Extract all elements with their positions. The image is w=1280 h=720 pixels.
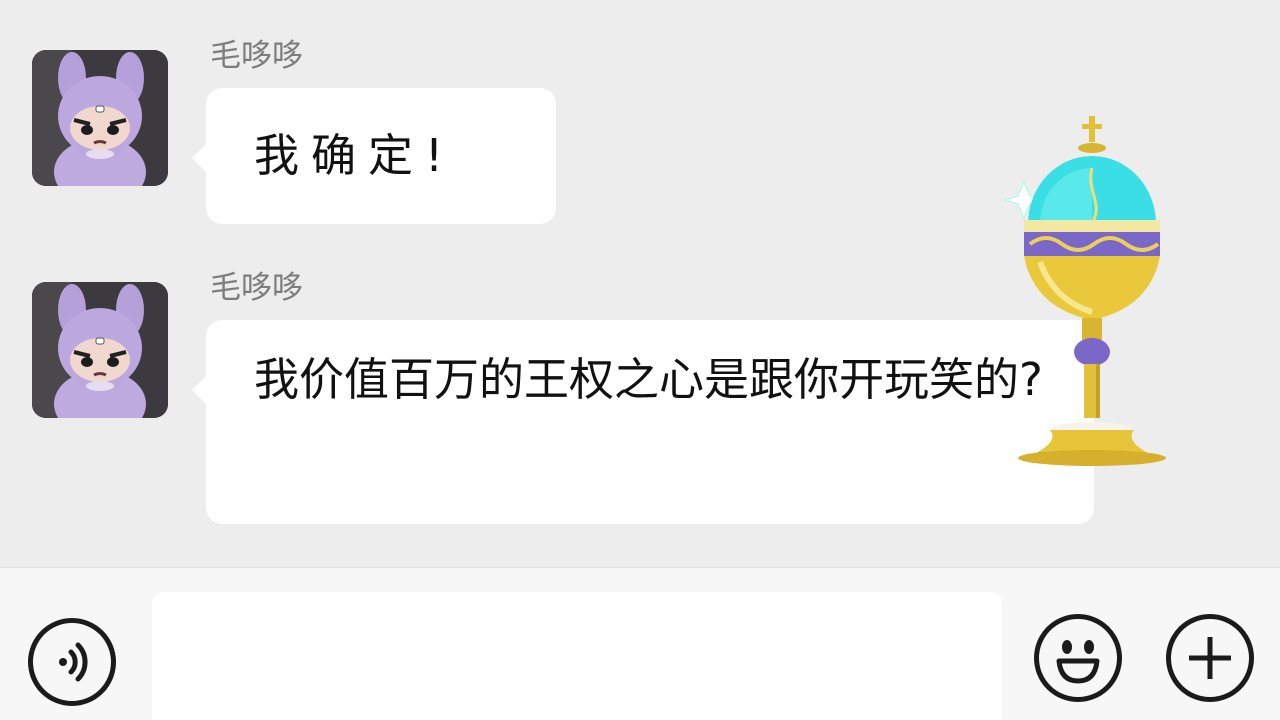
- purple-character-avatar-icon: [32, 282, 168, 418]
- sender-name: 毛哆哆: [210, 38, 303, 74]
- golden-chalice-sticker: [1000, 112, 1186, 472]
- plus-button[interactable]: [1166, 614, 1254, 702]
- message-bubble[interactable]: 我价值百万的王权之心是跟你开玩笑的?: [192, 320, 1094, 524]
- message-text: 我确定!: [254, 129, 456, 182]
- voice-button[interactable]: [28, 618, 116, 706]
- chat-screen: 毛哆哆 我确定! 毛哆哆 我价值百万的王权之心是跟你开玩笑的?: [0, 0, 1280, 720]
- sender-name: 毛哆哆: [210, 270, 303, 306]
- avatar[interactable]: [32, 282, 168, 418]
- emoji-button[interactable]: [1034, 614, 1122, 702]
- voice-icon: [59, 642, 88, 682]
- input-bar: [0, 567, 1280, 720]
- avatar[interactable]: [32, 50, 168, 186]
- plus-icon: [1189, 637, 1231, 679]
- message-text: 我价值百万的王权之心是跟你开玩笑的?: [254, 353, 1043, 406]
- emoji-icon: [1056, 640, 1100, 684]
- message-input[interactable]: [152, 592, 1002, 720]
- chalice-icon: [1002, 116, 1166, 466]
- message-bubble[interactable]: 我确定!: [192, 88, 556, 224]
- purple-character-avatar-icon: [32, 50, 168, 186]
